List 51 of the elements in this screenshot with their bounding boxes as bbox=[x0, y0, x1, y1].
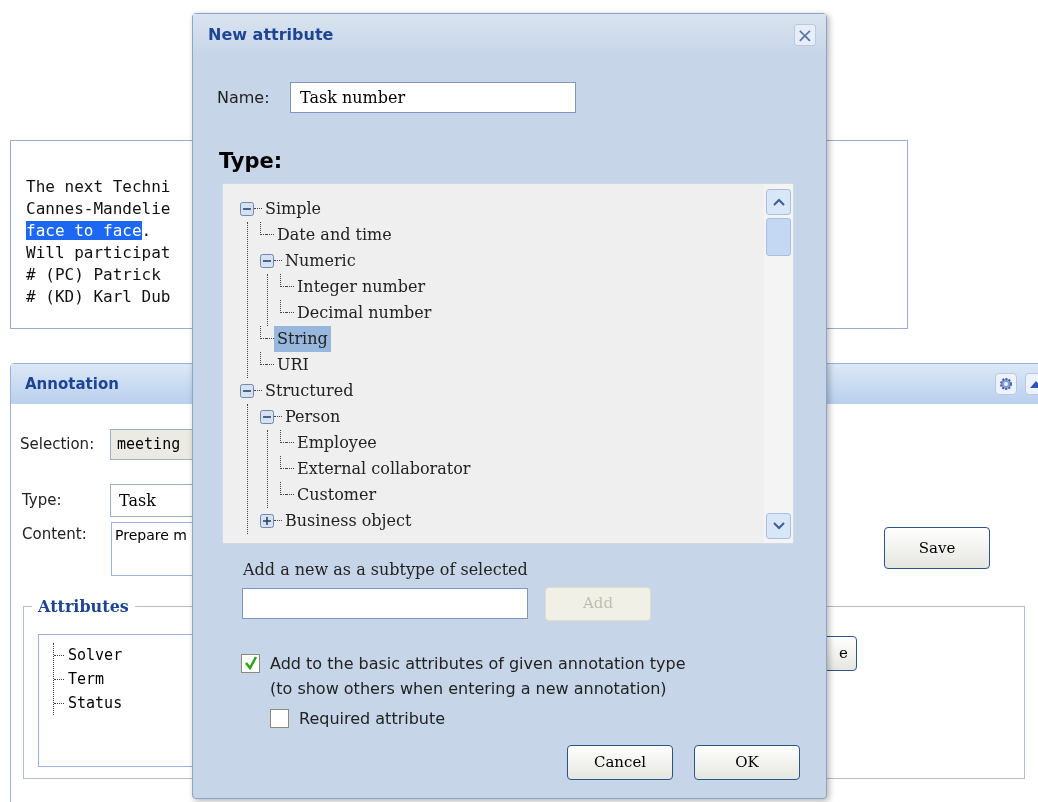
tree-item[interactable]: Date and time bbox=[274, 221, 395, 248]
tree-item[interactable]: Employee bbox=[294, 429, 380, 456]
tree-item[interactable]: Simple bbox=[262, 195, 325, 222]
checkmark-icon bbox=[243, 656, 258, 670]
scroll-up-icon[interactable] bbox=[766, 188, 791, 215]
dialog-button[interactable]: OK bbox=[694, 744, 800, 780]
option-label[interactable]: Add to the basic attributes of given annotation type bbox=[270, 650, 686, 676]
name-field[interactable]: Task number bbox=[290, 82, 576, 113]
tree-item[interactable]: Customer bbox=[294, 481, 380, 508]
checkbox[interactable] bbox=[241, 653, 260, 673]
document-line: # (KD) Karl Dub bbox=[26, 286, 171, 308]
expand-icon[interactable] bbox=[260, 513, 274, 528]
attribute-item[interactable]: Status bbox=[64, 691, 123, 715]
field-label: Selection: bbox=[20, 434, 96, 456]
document-line: The next Techni bbox=[26, 176, 171, 198]
document-line: Cannes-Mandelie bbox=[26, 198, 171, 220]
attribute-item[interactable]: Solver bbox=[64, 643, 123, 667]
option-note: (to show others when entering a new annotation) bbox=[270, 677, 667, 700]
subtype-field[interactable] bbox=[242, 588, 528, 619]
tree-item[interactable]: External collaborator bbox=[294, 455, 474, 482]
dialog-title: New attribute bbox=[208, 24, 334, 46]
panel-title: Annotation bbox=[25, 373, 119, 395]
tree-item[interactable]: String bbox=[274, 325, 331, 352]
tree-item[interactable]: Person bbox=[282, 403, 344, 430]
field-label: Name: bbox=[217, 86, 271, 109]
close-button[interactable]: × bbox=[794, 24, 816, 46]
scrollbar[interactable] bbox=[764, 183, 793, 543]
type-heading: Type: bbox=[219, 148, 283, 175]
tree-item[interactable]: Business object bbox=[282, 507, 415, 534]
tree-item[interactable]: URI bbox=[274, 351, 312, 378]
tree-item[interactable]: Integer number bbox=[294, 273, 429, 300]
field-label: Type: bbox=[21, 490, 63, 512]
settings-icon[interactable] bbox=[995, 373, 1017, 395]
save-button[interactable]: Save bbox=[884, 527, 990, 569]
checkbox[interactable] bbox=[270, 708, 289, 728]
collapse-icon[interactable] bbox=[260, 409, 274, 424]
tree-item[interactable]: Structured bbox=[262, 377, 357, 404]
field-label: Content: bbox=[21, 524, 88, 545]
tree-item[interactable]: Decimal number bbox=[294, 299, 435, 326]
scroll-down-icon[interactable] bbox=[766, 512, 791, 539]
tree-item[interactable]: Numeric bbox=[282, 247, 359, 274]
subtype-label: Add a new as a subtype of selected bbox=[243, 558, 528, 581]
option-label[interactable]: Required attribute bbox=[299, 705, 446, 731]
scroll-thumb[interactable] bbox=[766, 217, 791, 256]
document-line: Will participat bbox=[26, 242, 171, 264]
dialog-button[interactable]: Cancel bbox=[567, 744, 673, 780]
attribute-item[interactable]: Term bbox=[64, 667, 105, 691]
collapse-icon[interactable] bbox=[240, 383, 254, 398]
collapse-icon[interactable] bbox=[240, 201, 254, 216]
document-line: # (PC) Patrick bbox=[26, 264, 161, 286]
collapse-icon[interactable] bbox=[260, 253, 274, 268]
